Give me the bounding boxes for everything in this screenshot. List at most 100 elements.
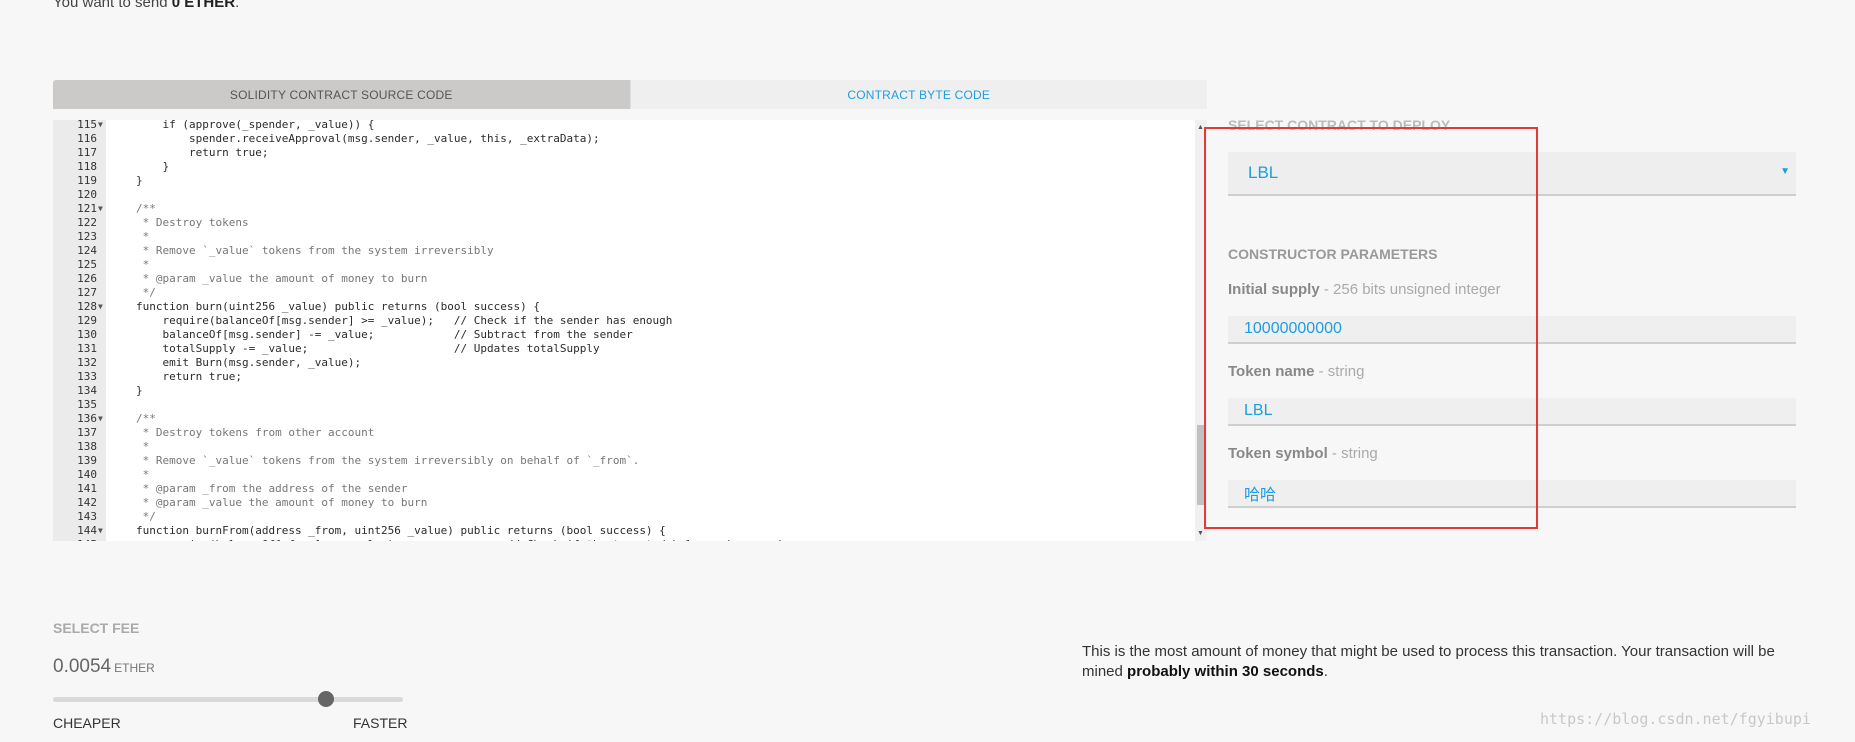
line-number: 138 <box>77 440 97 453</box>
fold-arrow-icon[interactable]: ▼ <box>98 202 106 216</box>
faster-label: FASTER <box>353 715 408 731</box>
code-line: 142 * @param _value the amount of money … <box>53 496 1193 510</box>
code-text: * Destroy tokens <box>136 216 249 229</box>
code-line: 117 return true; <box>53 146 1193 160</box>
code-text: require(balanceOf[msg.sender] >= _value)… <box>136 314 673 327</box>
line-number: 136 <box>77 412 97 425</box>
code-line: 131 totalSupply -= _value; // Updates to… <box>53 342 1193 356</box>
line-number: 119 <box>77 174 97 187</box>
send-note-amount: 0 ETHER <box>171 0 236 11</box>
fee-slider[interactable] <box>53 691 403 707</box>
line-number: 135 <box>77 398 97 411</box>
code-text: spender.receiveApproval(msg.sender, _val… <box>136 132 600 145</box>
code-line: 123 * <box>53 230 1193 244</box>
code-text: function burnFrom(address _from, uint256… <box>136 524 666 537</box>
code-line: 139 * Remove `_value` tokens from the sy… <box>53 454 1193 468</box>
line-number: 117 <box>77 146 97 159</box>
line-number: 143 <box>77 510 97 523</box>
line-number: 137 <box>77 426 97 439</box>
code-text: * Remove `_value` tokens from the system… <box>136 454 640 467</box>
fee-description: This is the most amount of money that mi… <box>1082 642 1802 682</box>
code-text: return true; <box>136 146 269 159</box>
chevron-down-icon: ▼ <box>1780 166 1790 177</box>
send-note-suffix: . <box>235 0 240 11</box>
fold-arrow-icon[interactable]: ▼ <box>98 412 106 426</box>
tab-contract-bytecode[interactable]: CONTRACT BYTE CODE <box>629 80 1207 109</box>
code-line: 143 */ <box>53 510 1193 524</box>
code-text: * <box>136 468 150 481</box>
code-text: * <box>136 230 150 243</box>
line-number: 142 <box>77 496 97 509</box>
fold-arrow-icon[interactable]: ▼ <box>98 120 106 132</box>
code-line: 115 ▼ if (approve(_spender, _value)) { <box>53 120 1193 132</box>
line-number: 115 <box>77 120 97 131</box>
code-line: 119} <box>53 174 1193 188</box>
code-line: 120 <box>53 188 1193 202</box>
code-line: 134} <box>53 384 1193 398</box>
code-text: * @param _from the address of the sender <box>136 482 408 495</box>
code-text: if (approve(_spender, _value)) { <box>136 120 375 131</box>
line-number: 141 <box>77 482 97 495</box>
code-text: totalSupply -= _value; // Updates totalS… <box>136 342 600 355</box>
code-line: 118 } <box>53 160 1193 174</box>
scroll-down-icon[interactable]: ▼ <box>1197 530 1204 537</box>
code-line: 137 * Destroy tokens from other account <box>53 426 1193 440</box>
fee-value: 0.0054 <box>53 656 112 677</box>
code-line: 124 * Remove `_value` tokens from the sy… <box>53 244 1193 258</box>
line-number: 132 <box>77 356 97 369</box>
red-highlight-box <box>1204 127 1538 529</box>
code-text: * @param _value the amount of money to b… <box>136 272 428 285</box>
code-text: require(balanceOf[_from] >= _value); // … <box>136 538 785 541</box>
fold-arrow-icon[interactable]: ▼ <box>98 300 106 314</box>
code-text: function burn(uint256 _value) public ret… <box>136 300 540 313</box>
code-line: 126 * @param _value the amount of money … <box>53 272 1193 286</box>
line-number: 118 <box>77 160 97 173</box>
code-line: 128 ▼ function burn(uint256 _value) public… <box>53 300 1193 314</box>
code-text: } <box>136 174 143 187</box>
fold-arrow-icon[interactable]: ▼ <box>98 524 106 538</box>
line-number: 123 <box>77 230 97 243</box>
code-line: 130 balanceOf[msg.sender] -= _value; // … <box>53 328 1193 342</box>
code-line: 122 * Destroy tokens <box>53 216 1193 230</box>
line-number: 131 <box>77 342 97 355</box>
send-note-prefix: You want to send <box>53 0 172 11</box>
select-fee-label: SELECT FEE <box>53 620 140 636</box>
line-number: 127 <box>77 286 97 299</box>
code-text: * <box>136 258 150 271</box>
line-number: 144 <box>77 524 97 537</box>
line-number: 130 <box>77 328 97 341</box>
tab-solidity-source[interactable]: SOLIDITY CONTRACT SOURCE CODE <box>53 80 630 109</box>
send-amount-note: You want to send 0 ETHER. <box>53 0 239 11</box>
line-number: 140 <box>77 468 97 481</box>
line-number: 122 <box>77 216 97 229</box>
code-line: 140 * <box>53 468 1193 482</box>
code-line: 136 ▼ /** <box>53 412 1193 426</box>
line-number: 120 <box>77 188 97 201</box>
code-text: emit Burn(msg.sender, _value); <box>136 356 362 369</box>
code-text: * @param _value the amount of money to b… <box>136 496 428 509</box>
code-text: } <box>136 160 170 173</box>
scroll-up-icon[interactable]: ▲ <box>1197 124 1204 131</box>
code-text: return true; <box>136 370 242 383</box>
code-text: * Destroy tokens from other account <box>136 426 375 439</box>
fee-desc-bold: probably within 30 seconds <box>1127 663 1324 680</box>
code-text: * <box>136 440 150 453</box>
code-text: */ <box>136 510 156 523</box>
code-line: 145 require(balanceOf[_from] >= _value);… <box>53 538 1193 541</box>
code-text: /** <box>136 202 156 215</box>
fee-slider-thumb[interactable] <box>318 691 334 707</box>
code-lines: 115 ▼ if (approve(_spender, _value)) {116… <box>53 120 1193 541</box>
line-number: 121 <box>77 202 97 215</box>
code-text: balanceOf[msg.sender] -= _value; // Subt… <box>136 328 633 341</box>
line-number: 133 <box>77 370 97 383</box>
line-number: 126 <box>77 272 97 285</box>
code-line: 138 * <box>53 440 1193 454</box>
code-editor[interactable]: 115 ▼ if (approve(_spender, _value)) {116… <box>53 120 1207 541</box>
line-number: 116 <box>77 132 97 145</box>
code-line: 133 return true; <box>53 370 1193 384</box>
code-text: } <box>136 384 143 397</box>
code-text: /** <box>136 412 156 425</box>
line-number: 145 <box>53 538 97 541</box>
fee-desc-suffix: . <box>1323 663 1328 680</box>
code-line: 125 * <box>53 258 1193 272</box>
